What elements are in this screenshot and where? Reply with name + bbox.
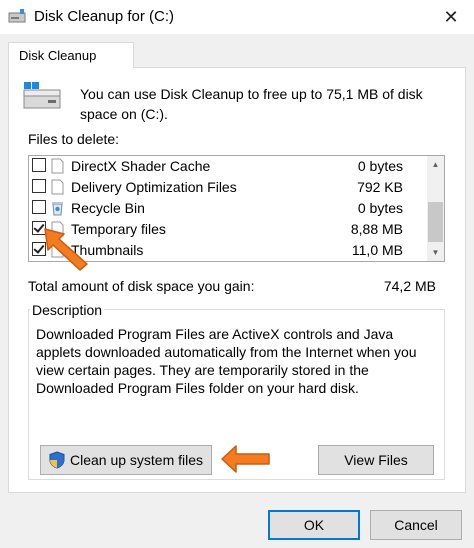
close-icon: ✕: [443, 6, 459, 27]
annotation-arrow-icon: [44, 228, 88, 271]
list-item[interactable]: Recycle Bin 0 bytes: [29, 198, 429, 219]
file-name: Recycle Bin: [71, 200, 145, 216]
drive-icon: [23, 82, 61, 109]
clean-up-button-label: Clean up system files: [69, 452, 204, 468]
close-button[interactable]: ✕: [428, 0, 474, 34]
file-icon: [51, 158, 64, 174]
recycle-bin-icon: [52, 202, 63, 216]
view-files-label: View Files: [344, 452, 408, 468]
scroll-up-arrow-icon[interactable]: ▲: [427, 156, 444, 173]
uac-shield-icon: [49, 451, 65, 469]
info-text: You can use Disk Cleanup to free up to 7…: [80, 86, 423, 122]
files-to-delete-label: Files to delete:: [28, 131, 120, 147]
checkbox[interactable]: [32, 179, 46, 193]
checkbox[interactable]: [32, 158, 46, 172]
total-label: Total amount of disk space you gain:: [28, 278, 255, 294]
file-size: 0 bytes: [357, 158, 403, 174]
scroll-thumb[interactable]: [428, 202, 443, 242]
description-title: Description: [30, 302, 105, 318]
clean-up-system-files-button[interactable]: Clean up system files: [40, 445, 212, 475]
list-item[interactable]: Delivery Optimization Files 792 KB: [29, 177, 429, 198]
file-size: 0 bytes: [357, 200, 403, 216]
view-files-button[interactable]: View Files: [318, 445, 434, 475]
scroll-down-arrow-icon[interactable]: ▼: [427, 244, 444, 261]
file-size: 11,0 MB: [351, 242, 403, 258]
cancel-button[interactable]: Cancel: [370, 510, 462, 540]
disk-cleanup-icon: [8, 9, 26, 23]
checkbox[interactable]: [32, 200, 46, 214]
list-item[interactable]: DirectX Shader Cache 0 bytes: [29, 156, 429, 177]
tab-label: Disk Cleanup: [19, 48, 97, 63]
cancel-label: Cancel: [394, 517, 438, 533]
tab-disk-cleanup[interactable]: Disk Cleanup: [8, 42, 134, 68]
file-name: Delivery Optimization Files: [71, 179, 237, 195]
window-title: Disk Cleanup for (C:): [34, 8, 175, 25]
ok-label: OK: [303, 517, 325, 533]
annotation-arrow-icon: [221, 445, 270, 473]
title-bar: Disk Cleanup for (C:) ✕: [0, 0, 474, 34]
total-value: 74,2 MB: [383, 278, 436, 294]
file-icon: [51, 179, 64, 195]
ok-button[interactable]: OK: [268, 510, 360, 540]
list-scrollbar[interactable]: ▲ ▼: [427, 156, 444, 261]
file-size: 792 KB: [357, 179, 403, 195]
description-text: Downloaded Program Files are ActiveX con…: [36, 326, 417, 396]
file-name: DirectX Shader Cache: [71, 158, 211, 174]
file-size: 8,88 MB: [350, 221, 403, 237]
